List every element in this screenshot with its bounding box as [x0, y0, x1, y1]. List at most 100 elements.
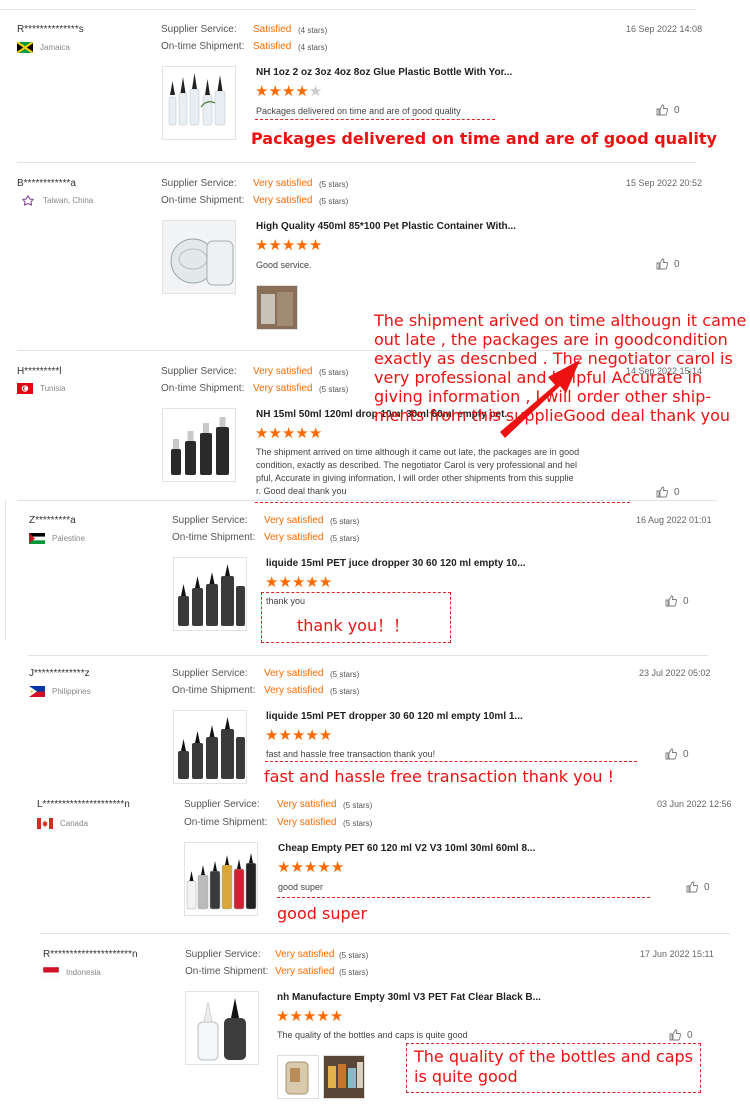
product-thumbnail[interactable] — [162, 66, 236, 140]
product-title[interactable]: liquide 15ml PET dropper 30 60 120 ml em… — [266, 711, 523, 722]
like-button[interactable]: 0 — [665, 595, 689, 607]
divider — [17, 162, 696, 163]
reviewer-country: Jamaica — [17, 42, 70, 53]
like-count: 0 — [687, 1029, 693, 1041]
like-button[interactable]: 0 — [669, 1029, 693, 1041]
product-title[interactable]: nh Manufacture Empty 30ml V3 PET Fat Cle… — [277, 992, 541, 1003]
shipment-stars-note: (5 stars) — [339, 968, 369, 977]
shipment-stars-note: (5 stars) — [330, 534, 360, 543]
star-filled-icon: ★ — [305, 574, 319, 591]
product-title[interactable]: liquide 15ml PET juce dropper 30 60 120 … — [266, 558, 526, 569]
star-filled-icon: ★ — [330, 859, 345, 876]
supplier-stars-note: (5 stars) — [343, 801, 373, 810]
annotation-underline — [255, 502, 630, 503]
divider — [5, 500, 6, 640]
review-photo[interactable] — [323, 1055, 365, 1099]
product-thumbnail[interactable] — [162, 220, 236, 294]
shipment-stars-note: (5 stars) — [330, 687, 360, 696]
star-filled-icon: ★ — [291, 727, 306, 744]
product-thumbnail[interactable] — [162, 408, 236, 482]
star-filled-icon: ★ — [290, 859, 304, 876]
rating-stars: ★★★★★ — [255, 84, 322, 99]
reviewer-name: H*********l — [17, 366, 62, 377]
country-label: Canada — [60, 819, 89, 828]
like-count: 0 — [674, 258, 680, 270]
taiwan-flag-icon — [20, 195, 36, 206]
review-photo[interactable] — [256, 285, 298, 330]
product-title[interactable]: NH 1oz 2 oz 3oz 4oz 8oz Glue Plastic Bot… — [256, 67, 512, 78]
like-button[interactable]: 0 — [686, 881, 710, 893]
country-label: Palestine — [52, 534, 85, 543]
supplier-rating: Very satisfied — [264, 515, 324, 526]
star-filled-icon: ★ — [278, 574, 292, 591]
reviewer-country: Taiwan, China — [20, 195, 93, 206]
review-date: 17 Jun 2022 15:11 — [640, 949, 714, 959]
review-comment: good super — [278, 882, 324, 892]
supplier-stars-note: (5 stars) — [319, 180, 349, 189]
star-filled-icon: ★ — [318, 727, 333, 744]
rating-stars: ★★★★★ — [265, 575, 332, 590]
product-title[interactable]: High Quality 450ml 85*100 Pet Plastic Co… — [256, 221, 516, 232]
annotation-line: is quite good — [414, 1067, 518, 1086]
review-comment: fast and hassle free transaction thank y… — [266, 749, 436, 759]
country-label: Indonesia — [66, 968, 101, 977]
shipment-rating: Very satisfied — [277, 817, 337, 828]
star-filled-icon: ★ — [318, 574, 333, 591]
like-button[interactable]: 0 — [656, 258, 680, 270]
shipment-stars-note: (5 stars) — [343, 819, 373, 828]
supplier-stars-note: (4 stars) — [298, 26, 328, 35]
divider — [40, 933, 730, 934]
supplier-stars-note: (5 stars) — [319, 368, 349, 377]
thumbs-up-icon — [686, 881, 698, 893]
reviewer-name: Z*********a — [29, 515, 76, 526]
country-label: Taiwan, China — [43, 196, 94, 205]
reviewer-name: B************a — [17, 178, 76, 189]
reviewer-country: Tunisia — [17, 383, 66, 394]
divider — [17, 500, 717, 501]
review-photo[interactable] — [277, 1055, 319, 1099]
shipment-rating: Very satisfied — [264, 532, 324, 543]
shipment-rating: Very satisfied — [253, 195, 313, 206]
annotation-translation-3: thank you！！ — [297, 616, 410, 635]
indonesia-flag-icon — [43, 967, 59, 978]
product-thumbnail[interactable] — [173, 710, 247, 784]
like-count: 0 — [704, 881, 710, 893]
review-comment: The quality of the bottles and caps is q… — [277, 1030, 468, 1040]
rating-stars: ★★★★★ — [255, 426, 322, 441]
supplier-service-label: Supplier Service: — [161, 366, 237, 377]
product-title[interactable]: Cheap Empty PET 60 120 ml V2 V3 10ml 30m… — [278, 843, 535, 854]
star-filled-icon: ★ — [281, 425, 296, 442]
ontime-shipment-label: On-time Shipment: — [161, 383, 245, 394]
rating-stars: ★★★★★ — [276, 1009, 343, 1024]
supplier-stars-note: (5 stars) — [339, 951, 369, 960]
reviewer-name: L*********************n — [37, 799, 130, 810]
like-button[interactable]: 0 — [656, 104, 680, 116]
product-thumbnail[interactable] — [185, 991, 259, 1065]
comment-line: condition, exactly as described. The neg… — [256, 460, 578, 470]
shipment-stars-note: (5 stars) — [319, 197, 349, 206]
rating-stars: ★★★★★ — [265, 728, 332, 743]
star-filled-icon: ★ — [295, 83, 309, 100]
star-filled-icon: ★ — [265, 727, 279, 744]
reviewer-country: Philippines — [29, 686, 91, 697]
star-filled-icon: ★ — [291, 574, 306, 591]
supplier-service-label: Supplier Service: — [184, 799, 260, 810]
country-label: Jamaica — [40, 43, 70, 52]
palestine-flag-icon — [29, 533, 45, 544]
rating-stars: ★★★★★ — [277, 860, 344, 875]
product-thumbnail[interactable] — [173, 557, 247, 631]
star-filled-icon: ★ — [265, 574, 279, 591]
product-thumbnail[interactable] — [184, 842, 258, 916]
canada-flag-icon — [37, 818, 53, 829]
annotation-translation-6: The quality of the bottles and caps is q… — [414, 1047, 693, 1087]
like-button[interactable]: 0 — [665, 748, 689, 760]
like-count: 0 — [683, 595, 689, 607]
annotation-line: The shipment arived on time althougn it … — [374, 311, 747, 330]
annotation-translation-5: good super — [277, 904, 368, 923]
like-button[interactable]: 0 — [656, 486, 680, 498]
star-filled-icon: ★ — [268, 237, 282, 254]
shipment-rating: Satisfied — [253, 41, 292, 52]
shipment-rating: Very satisfied — [264, 685, 324, 696]
star-filled-icon: ★ — [278, 727, 292, 744]
annotation-underline — [277, 897, 650, 898]
